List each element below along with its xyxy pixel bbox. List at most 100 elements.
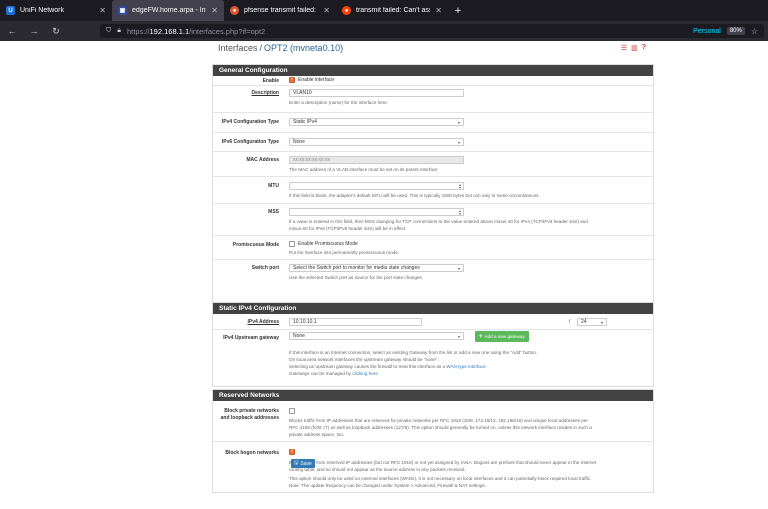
switch-port-select[interactable]: Select the Switch port to monitor for me… bbox=[289, 264, 464, 272]
field-label: Promiscuous Mode bbox=[232, 242, 279, 248]
panel-heading: Reserved Networks bbox=[213, 390, 653, 401]
close-icon[interactable]: ✕ bbox=[435, 6, 442, 15]
plus-icon: + bbox=[479, 333, 483, 340]
mtu-input[interactable]: ▴ ▾ bbox=[289, 182, 464, 190]
field-help: Use the selected Switch port as source f… bbox=[289, 275, 424, 280]
reserved-networks-panel: Reserved Networks Block private networks… bbox=[212, 389, 654, 493]
container-label[interactable]: Personal bbox=[693, 28, 721, 35]
zoom-level[interactable]: 80% bbox=[726, 27, 745, 35]
block-bogon-checkbox[interactable] bbox=[289, 448, 295, 455]
field-help: Note: The update frequency can be change… bbox=[289, 483, 487, 488]
url-text[interactable]: https://192.168.1.1/interfaces.php?if=op… bbox=[127, 27, 687, 36]
mss-input[interactable]: ▴ ▾ bbox=[289, 208, 464, 216]
description-input[interactable]: VLAN10 bbox=[289, 89, 464, 97]
field-help: If this interface is an Internet connect… bbox=[289, 350, 538, 355]
ipv6-type-select[interactable]: None ▾ bbox=[289, 138, 464, 146]
button-label: Add a new gateway bbox=[484, 334, 525, 339]
field-help: Blocks traffic from IP addresses that ar… bbox=[289, 418, 588, 423]
block-private-checkbox[interactable] bbox=[289, 408, 295, 414]
tab-title: transmit failed: Can't ass bbox=[356, 7, 431, 14]
select-value: Static IPv4 bbox=[293, 119, 317, 125]
chevron-down-icon: ▾ bbox=[457, 119, 460, 125]
browser-nav-bar: ← → ↻ ⛉ 🔒︎ https://192.168.1.1/interface… bbox=[0, 21, 768, 41]
mss-row: MSS ▴ ▾ If a value is entered in this fie… bbox=[213, 204, 653, 236]
chevron-down-icon: ▾ bbox=[457, 139, 460, 145]
field-help: private address space, too. bbox=[289, 432, 345, 437]
page-content: Interfaces / OPT2 (mvneta0.10) ☰ ▥ ❓︎ Ge… bbox=[0, 41, 768, 509]
select-value: 24 bbox=[581, 319, 587, 325]
field-label: and loopback addresses bbox=[220, 415, 279, 421]
field-label: MSS bbox=[268, 209, 279, 215]
lock-icon[interactable]: 🔒︎ bbox=[117, 27, 121, 35]
browser-tab-unifi[interactable]: U UniFi Network ✕ bbox=[0, 0, 112, 21]
reload-icon[interactable]: ↻ bbox=[50, 26, 62, 37]
chevron-down-icon: ▾ bbox=[457, 265, 460, 271]
promiscuous-checkbox[interactable] bbox=[289, 241, 295, 247]
url-bar[interactable]: ⛉ 🔒︎ https://192.168.1.1/interfaces.php?… bbox=[100, 24, 764, 38]
field-label: IPv4 Address bbox=[247, 319, 280, 325]
tab-title: UniFi Network bbox=[20, 7, 64, 14]
bookmark-star-icon[interactable]: ☆ bbox=[751, 27, 758, 36]
field-help: minus 60 for IPv6 (TCP/IPv6 header size)… bbox=[289, 226, 407, 231]
upstream-gateway-row: IPv4 Upstream gateway None ▾ + Add a new g… bbox=[213, 330, 653, 386]
cidr-select[interactable]: 24 ▾ bbox=[577, 318, 607, 326]
help-text: Gateways can be managed by bbox=[289, 371, 353, 376]
mtu-row: MTU ▴ ▾ If this field is blank, the adapt… bbox=[213, 177, 653, 204]
new-tab-button[interactable]: + bbox=[448, 0, 468, 21]
help-text: . bbox=[377, 371, 380, 376]
field-help: Selecting an upstream gateway causes the… bbox=[289, 363, 487, 370]
field-help: Put the interface into permanently promi… bbox=[289, 250, 400, 255]
help-icon[interactable]: ❓︎ bbox=[642, 44, 646, 52]
wan-type-interface-link[interactable]: WAN type interface bbox=[446, 364, 485, 369]
breadcrumb-root[interactable]: Interfaces bbox=[218, 43, 258, 53]
shield-icon[interactable]: ⛉ bbox=[106, 27, 111, 35]
add-gateway-button[interactable]: + Add a new gateway bbox=[475, 331, 529, 342]
static-ipv4-panel: Static IPv4 Configuration IPv4 Address 1… bbox=[212, 302, 654, 387]
cidr-separator: / bbox=[569, 319, 571, 325]
save-button[interactable]: 🖫 Save bbox=[291, 459, 315, 468]
field-label: IPv6 Configuration Type bbox=[221, 139, 279, 145]
settings-sliders-icon[interactable]: ☰ bbox=[621, 44, 627, 52]
breadcrumb: Interfaces / OPT2 (mvneta0.10) ☰ ▥ ❓︎ bbox=[218, 41, 654, 55]
button-label: Save bbox=[300, 460, 312, 467]
help-text: . bbox=[485, 364, 487, 369]
browser-tab-reddit[interactable]: ● transmit failed: Can't ass ✕ bbox=[336, 0, 448, 21]
upstream-gateway-select[interactable]: None ▾ bbox=[289, 332, 464, 340]
breadcrumb-separator: / bbox=[259, 43, 263, 53]
select-value: None bbox=[293, 139, 305, 145]
enable-control: Enable interface bbox=[289, 76, 335, 83]
gateways-link[interactable]: clicking here bbox=[352, 371, 378, 376]
enable-checkbox[interactable] bbox=[289, 76, 295, 83]
browser-tab-strip: U UniFi Network ✕ ▣ edgeFW.home.arpa - I… bbox=[0, 0, 768, 21]
field-help: The MAC address of a VLAN interface must… bbox=[289, 167, 438, 172]
close-icon[interactable]: ✕ bbox=[99, 6, 106, 15]
spinner-arrows-icon[interactable]: ▴ ▾ bbox=[459, 209, 461, 216]
close-icon[interactable]: ✕ bbox=[211, 6, 218, 15]
block-private-row: Block private networks and loopback addr… bbox=[213, 401, 653, 442]
field-label: Description bbox=[251, 90, 279, 96]
ipv4-type-row: IPv4 Configuration Type Static IPv4 ▾ bbox=[213, 113, 653, 133]
promiscuous-control: Enable Promiscuous Mode bbox=[289, 241, 358, 247]
general-configuration-panel: General Configuration Enable Enable inte… bbox=[212, 64, 654, 304]
unifi-icon: U bbox=[6, 6, 15, 15]
chart-icon[interactable]: ▥ bbox=[631, 44, 638, 52]
field-help: If this field is blank, the adapter's de… bbox=[289, 193, 540, 198]
browser-tab-edgefw[interactable]: ▣ edgeFW.home.arpa - Inte ✕ bbox=[112, 0, 224, 21]
block-private-control bbox=[289, 408, 295, 414]
help-text: Selecting an upstream gateway causes the… bbox=[289, 364, 447, 369]
field-label: Enable bbox=[262, 78, 279, 84]
spinner-arrows-icon[interactable]: ▴ ▾ bbox=[459, 183, 461, 190]
breadcrumb-icons: ☰ ▥ ❓︎ bbox=[621, 44, 646, 52]
tab-title: pfsense transmit failed: bbox=[244, 7, 316, 14]
block-bogon-control bbox=[289, 448, 295, 455]
field-help: routing table, and so should not appear … bbox=[289, 467, 466, 472]
browser-tab-search[interactable]: ● pfsense transmit failed: ✕ bbox=[224, 0, 336, 21]
forward-icon[interactable]: → bbox=[28, 26, 40, 36]
field-help: If a value is entered in this field, the… bbox=[289, 219, 588, 224]
field-label: IPv4 Upstream gateway bbox=[223, 335, 279, 341]
ipv4-address-input[interactable]: 10.10.10.1 bbox=[289, 318, 422, 326]
back-icon[interactable]: ← bbox=[6, 26, 18, 36]
ipv4-type-select[interactable]: Static IPv4 ▾ bbox=[289, 118, 464, 126]
checkbox-label: Enable interface bbox=[298, 77, 335, 83]
close-icon[interactable]: ✕ bbox=[323, 6, 330, 15]
